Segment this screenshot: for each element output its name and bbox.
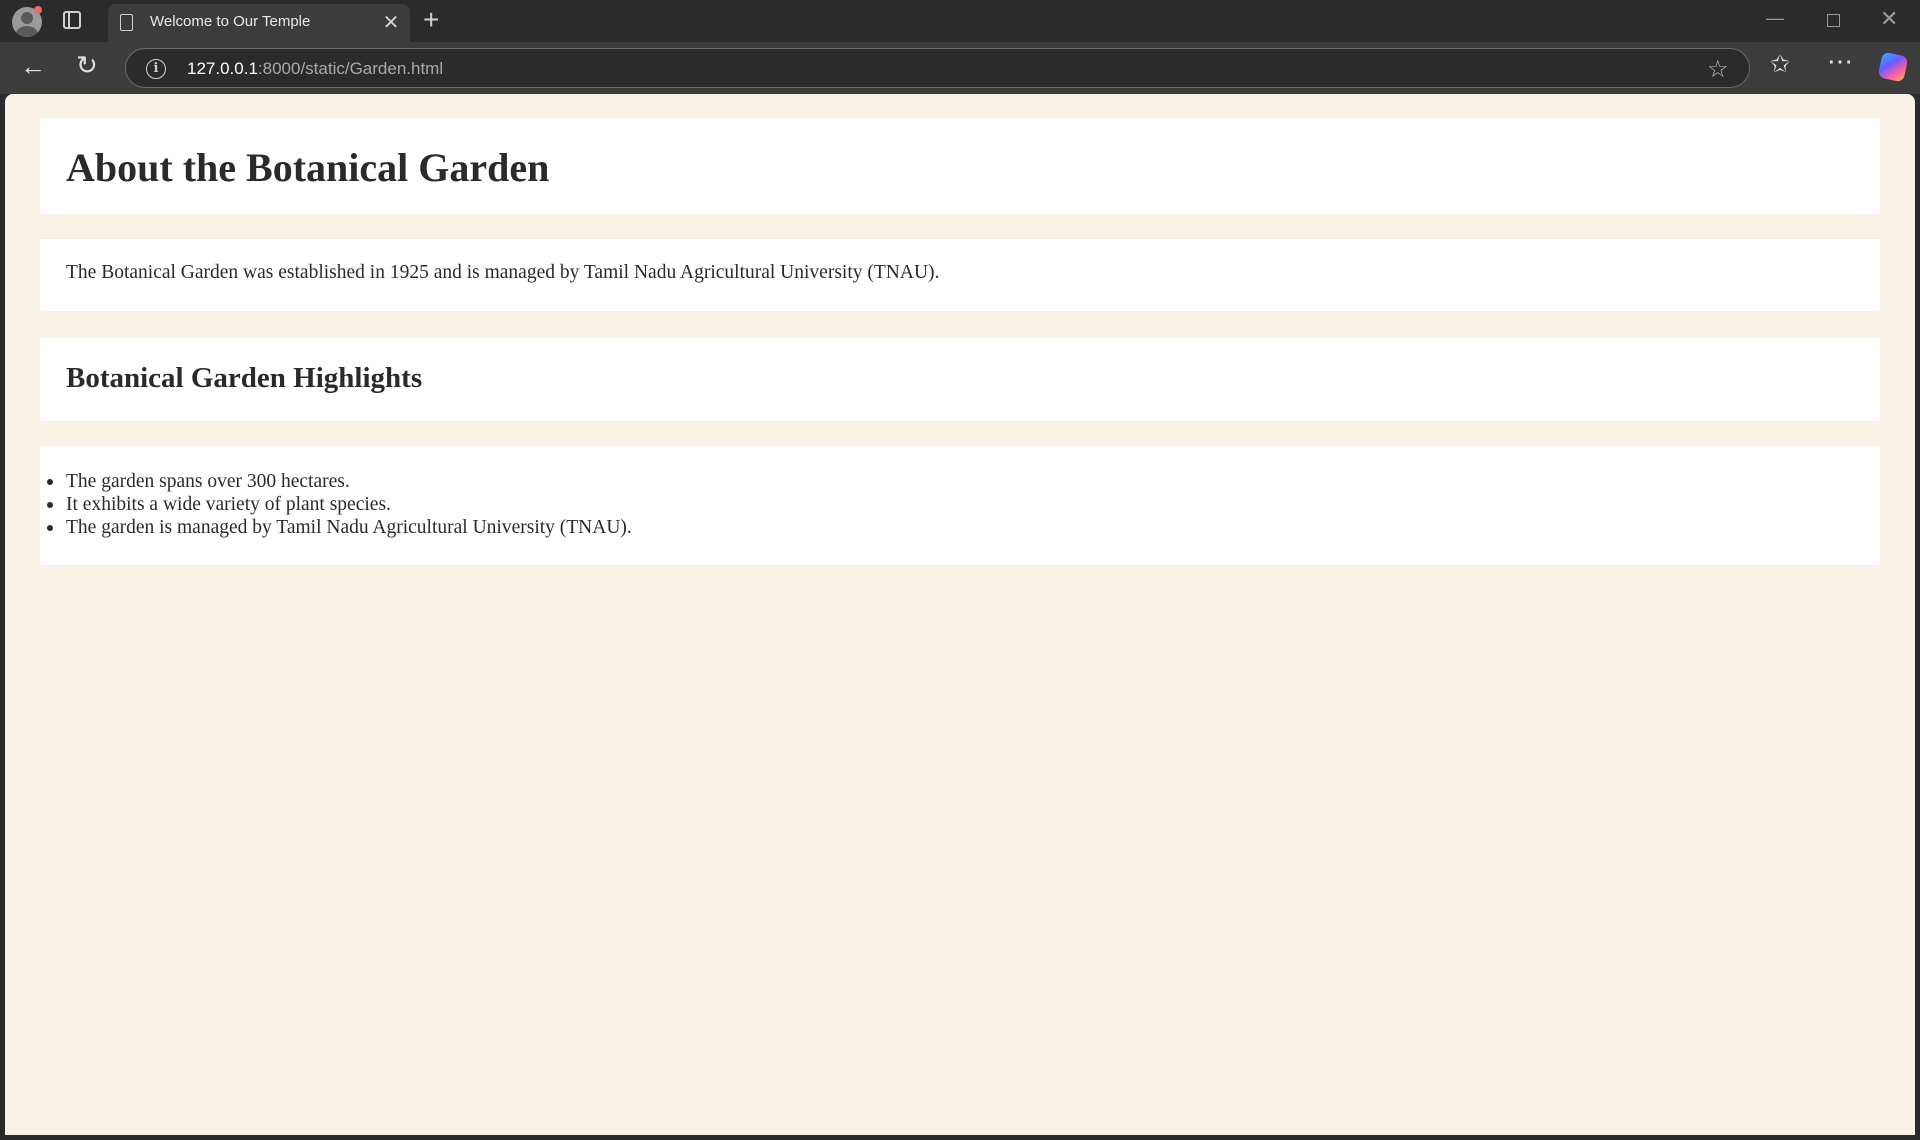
- profile-body: [16, 26, 38, 37]
- highlights-panel: The garden spans over 300 hectares. It e…: [40, 446, 1880, 565]
- profile-head: [21, 12, 33, 24]
- star-icon[interactable]: ☆: [1707, 55, 1729, 84]
- list-item: The garden spans over 300 hectares.: [47, 470, 632, 493]
- list-item: It exhibits a wide variety of plant spec…: [47, 493, 632, 516]
- page-title: About the Botanical Garden: [66, 145, 550, 190]
- browser-tab[interactable]: Welcome to Our Temple ✕: [108, 4, 410, 42]
- browser-toolbar: ← ↻ i 127.0.0.1:8000/static/Garden.html …: [0, 42, 1920, 94]
- highlights-heading: Botanical Garden Highlights: [66, 362, 423, 394]
- tab-title: Welcome to Our Temple: [150, 13, 311, 30]
- title-panel: About the Botanical Garden: [40, 118, 1880, 214]
- tab-close-icon[interactable]: ✕: [380, 10, 402, 35]
- close-icon[interactable]: ✕: [1880, 6, 1898, 32]
- favorites-icon[interactable]: ✩: [1770, 50, 1790, 79]
- notification-dot: [34, 6, 42, 14]
- url-host: 127.0.0.1: [187, 59, 258, 78]
- reload-icon[interactable]: ↻: [76, 51, 98, 79]
- list-item: The garden is managed by Tamil Nadu Agri…: [47, 517, 632, 538]
- new-tab-button[interactable]: +: [423, 4, 439, 36]
- intro-panel: The Botanical Garden was established in …: [40, 239, 1880, 311]
- minimize-icon[interactable]: —: [1766, 8, 1784, 29]
- highlights-heading-panel: Botanical Garden Highlights: [40, 338, 1880, 421]
- more-icon[interactable]: ⋯: [1827, 46, 1854, 77]
- info-icon[interactable]: i: [146, 59, 166, 79]
- url-text[interactable]: 127.0.0.1:8000/static/Garden.html: [187, 59, 443, 79]
- page-icon: [120, 14, 133, 31]
- url-path: :8000/static/Garden.html: [257, 59, 444, 78]
- address-bar[interactable]: i 127.0.0.1:8000/static/Garden.html ☆: [125, 48, 1750, 88]
- browser-title-bar: Welcome to Our Temple ✕ + — ✕: [0, 0, 1920, 42]
- page-viewport: About the Botanical Garden The Botanical…: [5, 94, 1915, 1135]
- back-arrow-icon[interactable]: ←: [20, 52, 46, 80]
- tab-actions-icon[interactable]: [63, 11, 81, 29]
- maximize-icon[interactable]: [1827, 14, 1840, 27]
- intro-text: The Botanical Garden was established in …: [66, 262, 940, 283]
- copilot-icon[interactable]: [1877, 51, 1909, 83]
- highlights-list: The garden spans over 300 hectares. It e…: [47, 470, 632, 539]
